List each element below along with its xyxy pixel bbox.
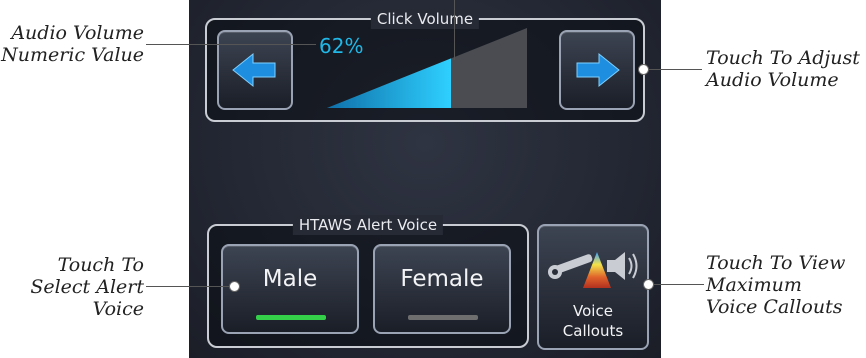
annotation-select-voice-line2: Select Alert [30,276,144,298]
leader-view-callouts-dot [643,279,654,290]
alert-voice-title: HTAWS Alert Voice [292,215,444,235]
leader-adjust-dot [638,64,649,75]
female-unselected-indicator [408,315,478,320]
leader-click-volume [454,0,455,60]
annotation-adjust-volume: Touch To Adjust Audio Volume [706,47,860,91]
volume-decrease-button[interactable] [217,30,293,110]
click-volume-title: Click Volume [370,9,480,29]
female-voice-button[interactable]: Female [373,244,511,334]
annotation-view-callouts: Touch To View Maximum Voice Callouts [706,252,845,318]
leader-select-voice [146,286,234,287]
annotation-select-voice-line1: Touch To [57,254,144,276]
female-voice-label: Female [400,266,484,292]
annotation-numeric-value: Audio Volume Numeric Value [1,22,144,66]
annotation-select-voice: Touch To Select Alert Voice [30,254,144,320]
male-voice-button[interactable]: Male [221,244,359,334]
voice-callouts-button[interactable]: Voice Callouts [537,224,649,350]
annotation-adjust-line1: Touch To Adjust [706,47,860,69]
volume-increase-button[interactable] [559,30,635,110]
male-selected-indicator [256,315,326,320]
alert-voice-group: HTAWS Alert Voice Male Female [207,215,529,348]
click-volume-group: Click Volume 62% [205,9,645,122]
leader-view-callouts [648,284,704,285]
annotation-adjust-line2: Audio Volume [706,69,839,91]
device-screen: Click Volume 62% HTAWS Alert Voice Male … [189,0,661,358]
annotation-select-voice-line3: Voice [92,298,144,320]
right-arrow-icon [576,52,620,88]
annotation-view-callouts-line3: Voice Callouts [706,296,843,318]
leader-adjust-volume [640,69,702,70]
annotation-view-callouts-line1: Touch To View [706,252,846,274]
male-voice-label: Male [262,266,318,292]
voice-callouts-line2: Callouts [562,322,624,340]
annotation-numeric-value-line1: Audio Volume [11,22,144,44]
voice-callouts-line1: Voice [573,302,613,320]
annotation-view-callouts-line2: Maximum [706,274,802,296]
leader-select-voice-dot [229,281,240,292]
annotation-numeric-value-line2: Numeric Value [1,44,144,66]
leader-numeric-value [146,44,316,45]
wrench-speaker-icon [548,252,638,288]
volume-level-ramp [327,28,527,108]
